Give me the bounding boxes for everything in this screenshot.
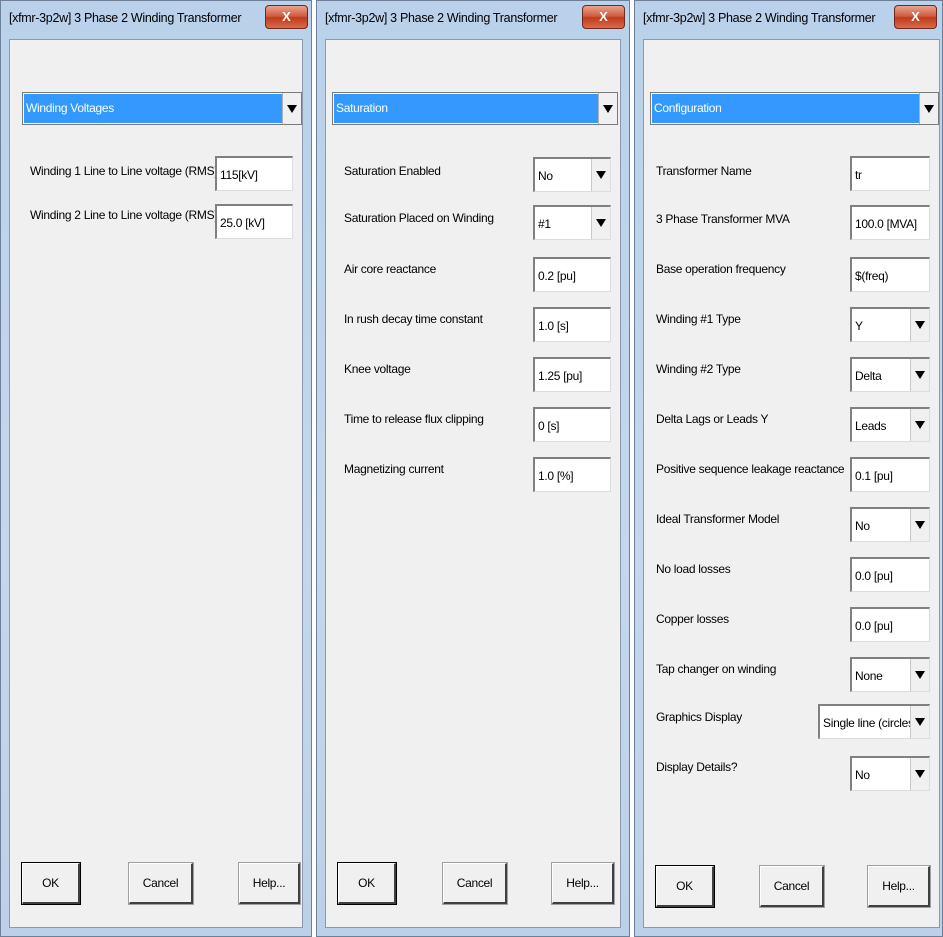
param-label: Positive sequence leakage reactance bbox=[656, 462, 845, 476]
display-details-select[interactable]: No bbox=[850, 756, 930, 791]
category-select[interactable]: Configuration bbox=[650, 92, 939, 125]
chevron-down-icon[interactable] bbox=[598, 93, 617, 124]
chevron-down-icon[interactable] bbox=[910, 659, 929, 691]
chevron-down-icon[interactable] bbox=[910, 706, 929, 738]
select-value: Single line (circles) bbox=[823, 716, 918, 730]
dialog-client-area: Winding Voltages Winding 1 Line to Line … bbox=[9, 39, 303, 928]
select-value: None bbox=[855, 669, 883, 683]
cancel-button[interactable]: Cancel bbox=[128, 862, 194, 905]
param-label: Transformer Name bbox=[656, 164, 752, 178]
param-input[interactable]: 0.0 [pu] bbox=[850, 607, 930, 642]
param-label: Ideal Transformer Model bbox=[656, 512, 780, 526]
select-value: Delta bbox=[855, 369, 882, 383]
title-bar[interactable]: [xfmr-3p2w] 3 Phase 2 Winding Transforme… bbox=[1, 1, 311, 37]
param-label: Winding 2 Line to Line voltage (RMS) bbox=[30, 208, 218, 222]
param-input[interactable]: 0.0 [pu] bbox=[850, 557, 930, 592]
chevron-down-icon[interactable] bbox=[910, 758, 929, 790]
category-select-value: Configuration bbox=[652, 94, 919, 123]
param-input[interactable]: 0.2 [pu] bbox=[533, 257, 611, 292]
category-select-value: Winding Voltages bbox=[24, 94, 282, 123]
param-label: Air core reactance bbox=[344, 262, 436, 276]
ok-button[interactable]: OK bbox=[21, 862, 81, 905]
tap-changer-select[interactable]: None bbox=[850, 657, 930, 692]
select-value: Leads bbox=[855, 419, 887, 433]
close-icon[interactable]: X bbox=[265, 5, 308, 29]
graphics-display-select[interactable]: Single line (circles) bbox=[818, 704, 930, 739]
help-button[interactable]: Help... bbox=[867, 865, 931, 908]
param-input[interactable]: 1.25 [pu] bbox=[533, 357, 611, 392]
dialog-saturation: [xfmr-3p2w] 3 Phase 2 Winding Transforme… bbox=[316, 0, 630, 937]
param-input[interactable]: 100.0 [MVA] bbox=[850, 205, 930, 240]
param-label: Magnetizing current bbox=[344, 462, 444, 476]
param-label: Saturation Placed on Winding bbox=[344, 211, 494, 225]
winding-1-type-select[interactable]: Y bbox=[850, 307, 930, 342]
category-select-value: Saturation bbox=[334, 94, 598, 123]
param-label: Tap changer on winding bbox=[656, 662, 777, 676]
select-value: #1 bbox=[538, 217, 551, 231]
param-input[interactable]: 1.0 [%] bbox=[533, 457, 611, 492]
saturation-enabled-select[interactable]: No bbox=[533, 157, 611, 192]
param-label: Winding #2 Type bbox=[656, 362, 741, 376]
param-label: No load losses bbox=[656, 562, 731, 576]
param-label: Delta Lags or Leads Y bbox=[656, 412, 769, 426]
param-input[interactable]: tr bbox=[850, 156, 930, 191]
param-input[interactable]: $(freq) bbox=[850, 257, 930, 292]
delta-lags-leads-select[interactable]: Leads bbox=[850, 407, 930, 442]
select-value: No bbox=[538, 169, 553, 183]
category-select[interactable]: Saturation bbox=[332, 92, 618, 125]
dialog-winding-voltages: [xfmr-3p2w] 3 Phase 2 Winding Transforme… bbox=[0, 0, 312, 937]
param-label: Saturation Enabled bbox=[344, 164, 441, 178]
winding-2-type-select[interactable]: Delta bbox=[850, 357, 930, 392]
saturation-winding-select[interactable]: #1 bbox=[533, 205, 611, 240]
param-label: Time to release flux clipping bbox=[344, 412, 484, 426]
chevron-down-icon[interactable] bbox=[910, 309, 929, 341]
param-label: Base operation frequency bbox=[656, 262, 786, 276]
param-label: Knee voltage bbox=[344, 362, 411, 376]
param-input[interactable]: 0.1 [pu] bbox=[850, 457, 930, 492]
param-label: Winding 1 Line to Line voltage (RMS) bbox=[30, 164, 218, 178]
category-select[interactable]: Winding Voltages bbox=[22, 92, 302, 125]
param-label: Display Details? bbox=[656, 760, 738, 774]
chevron-down-icon[interactable] bbox=[591, 207, 610, 239]
param-label: In rush decay time constant bbox=[344, 312, 483, 326]
help-button[interactable]: Help... bbox=[238, 862, 301, 905]
param-input[interactable]: 0 [s] bbox=[533, 407, 611, 442]
title-bar[interactable]: [xfmr-3p2w] 3 Phase 2 Winding Transforme… bbox=[635, 1, 942, 37]
dialog-title: [xfmr-3p2w] 3 Phase 2 Winding Transforme… bbox=[9, 11, 242, 25]
select-value: No bbox=[855, 768, 870, 782]
dialog-client-area: Saturation Saturation Enabled No Saturat… bbox=[325, 39, 621, 928]
chevron-down-icon[interactable] bbox=[591, 159, 610, 191]
chevron-down-icon[interactable] bbox=[910, 509, 929, 541]
chevron-down-icon[interactable] bbox=[910, 359, 929, 391]
ideal-transformer-select[interactable]: No bbox=[850, 507, 930, 542]
ok-button[interactable]: OK bbox=[337, 862, 397, 905]
dialog-title: [xfmr-3p2w] 3 Phase 2 Winding Transforme… bbox=[325, 11, 558, 25]
cancel-button[interactable]: Cancel bbox=[759, 865, 825, 908]
param-label: Graphics Display bbox=[656, 710, 742, 724]
help-button[interactable]: Help... bbox=[551, 862, 615, 905]
dialog-configuration: [xfmr-3p2w] 3 Phase 2 Winding Transforme… bbox=[634, 0, 943, 937]
select-value: No bbox=[855, 519, 870, 533]
chevron-down-icon[interactable] bbox=[919, 93, 938, 124]
param-label: 3 Phase Transformer MVA bbox=[656, 212, 790, 226]
title-bar[interactable]: [xfmr-3p2w] 3 Phase 2 Winding Transforme… bbox=[317, 1, 629, 37]
param-label: Winding #1 Type bbox=[656, 312, 741, 326]
dialog-title: [xfmr-3p2w] 3 Phase 2 Winding Transforme… bbox=[643, 11, 876, 25]
cancel-button[interactable]: Cancel bbox=[442, 862, 508, 905]
close-icon[interactable]: X bbox=[582, 5, 625, 29]
param-input[interactable]: 115[kV] bbox=[215, 156, 293, 191]
ok-button[interactable]: OK bbox=[655, 865, 715, 908]
chevron-down-icon[interactable] bbox=[910, 409, 929, 441]
dialog-client-area: Configuration Transformer Name tr 3 Phas… bbox=[643, 39, 940, 928]
select-value: Y bbox=[855, 319, 863, 333]
chevron-down-icon[interactable] bbox=[282, 93, 301, 124]
param-input[interactable]: 25.0 [kV] bbox=[215, 204, 293, 239]
param-label: Copper losses bbox=[656, 612, 729, 626]
close-icon[interactable]: X bbox=[894, 5, 937, 29]
param-input[interactable]: 1.0 [s] bbox=[533, 307, 611, 342]
